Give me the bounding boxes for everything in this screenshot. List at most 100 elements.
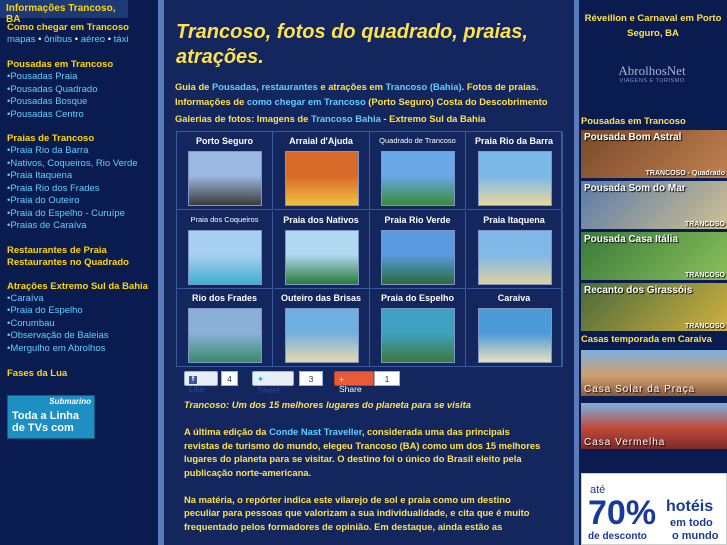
article-text: A última edição da bbox=[184, 426, 270, 437]
gallery-photo[interactable] bbox=[381, 151, 455, 206]
gallery-photo[interactable] bbox=[284, 308, 359, 363]
reveillon-link[interactable]: Réveillon e Carnaval em Porto Seguro, BA bbox=[579, 0, 727, 41]
link-pousadas[interactable]: Pousadas bbox=[212, 81, 256, 92]
gallery-cell[interactable]: Praia Rio Verde bbox=[370, 210, 466, 289]
intro-text: Guia de Pousadas, restaurantes e atraçõe… bbox=[175, 79, 570, 109]
sidebar-link-mapas[interactable]: mapas bbox=[7, 34, 36, 45]
bullet-separator: • bbox=[38, 34, 42, 45]
ad-text: Toda a Linha de TVs com bbox=[12, 410, 80, 434]
sidebar-item[interactable]: Mergulho em Abrolhos bbox=[7, 343, 158, 356]
gallery-title-part: Galerias de fotos: Imagens de bbox=[175, 113, 311, 124]
page: Informações Trancoso, BA Como chegar em … bbox=[0, 0, 727, 545]
sidebar-section-pousadas: Pousadas em Trancoso Pousadas Praia Pous… bbox=[0, 59, 158, 121]
pousada-name: Pousada Bom Astral bbox=[584, 132, 682, 143]
sidebar-item[interactable]: Corumbau bbox=[7, 318, 158, 331]
sidebar-item[interactable]: Observação de Baleias bbox=[7, 330, 158, 343]
sidebar-item[interactable]: Praia do Espelho - Curuípe bbox=[7, 208, 158, 221]
sidebar-link-fases-lua[interactable]: Fases da Lua bbox=[7, 368, 158, 380]
sidebar-item[interactable]: Praia do Outeiro bbox=[7, 195, 158, 208]
pousada-banner[interactable]: Pousada Som do Mar TRANCOSO bbox=[581, 181, 727, 229]
casa-banner[interactable]: Casa Vermelha bbox=[581, 403, 727, 449]
link-restaurantes[interactable]: restaurantes bbox=[262, 81, 318, 92]
link-como-chegar[interactable]: como chegar em Trancoso bbox=[247, 96, 366, 107]
abrolhosnet-logo[interactable]: AbrolhosNet VIAGENS E TURISMO bbox=[612, 64, 692, 90]
gallery-photo[interactable] bbox=[381, 229, 455, 285]
gallery-cell[interactable]: Quadrado de Trancoso bbox=[370, 132, 466, 210]
sidebar-link-taxi[interactable]: táxi bbox=[114, 34, 129, 45]
sidebar-link-praias[interactable]: Praias de Trancoso bbox=[7, 133, 158, 145]
sidebar-link-onibus[interactable]: ônibus bbox=[44, 34, 72, 45]
facebook-like-button[interactable]: f Like bbox=[184, 371, 218, 394]
gallery-cell[interactable]: Praia Rio da Barra bbox=[466, 132, 563, 210]
gallery-cell[interactable]: Outeiro das Brisas bbox=[273, 289, 370, 367]
pousada-badge: TRANCOSO bbox=[684, 221, 725, 228]
ad-o-mundo: o mundo bbox=[672, 530, 719, 542]
sidebar-link-restaurantes-quadrado[interactable]: Restaurantes no Quadrado bbox=[7, 257, 158, 269]
sidebar-item[interactable]: Praia Rio dos Frades bbox=[7, 183, 158, 196]
sidebar-link-aereo[interactable]: aéreo bbox=[81, 34, 105, 45]
share-button[interactable]: + Share bbox=[334, 371, 374, 394]
link-trancoso-bahia[interactable]: Trancoso (Bahia) bbox=[386, 81, 462, 92]
gallery-cell[interactable]: Caraíva bbox=[466, 289, 563, 367]
hotel-discount-ad[interactable]: até 70% de desconto hotéis em todo o mun… bbox=[581, 473, 727, 545]
submarino-ad-banner[interactable]: Submarino Toda a Linha de TVs com bbox=[7, 395, 95, 439]
gallery-photo[interactable] bbox=[477, 151, 552, 206]
gallery-cell-label: Praia Rio da Barra bbox=[474, 136, 554, 146]
tweet-button[interactable]: ✦ Tweet bbox=[252, 371, 294, 395]
main-content: Trancoso, fotos do quadrado, praias, atr… bbox=[164, 0, 574, 545]
logo-name: AbrolhosNet bbox=[618, 63, 686, 78]
intro-text-part: Guia de bbox=[175, 81, 212, 92]
sidebar-item[interactable]: Pousadas Quadrado bbox=[7, 84, 158, 97]
sidebar-item[interactable]: Pousadas Praia bbox=[7, 71, 158, 84]
article-heading: Trancoso: Um dos 15 melhores lugares do … bbox=[184, 399, 471, 410]
sidebar-item[interactable]: Praia Itaquena bbox=[7, 170, 158, 183]
sidebar-item[interactable]: Praia do Espelho bbox=[7, 305, 158, 318]
article-paragraph: Na matéria, o repórter indica este vilar… bbox=[184, 493, 530, 532]
sidebar-link-pousadas[interactable]: Pousadas em Trancoso bbox=[7, 59, 158, 71]
gallery-cell-label: Praia Rio Verde bbox=[384, 214, 451, 225]
sidebar-item[interactable]: Pousadas Bosque bbox=[7, 96, 158, 109]
tweet-count: 3 bbox=[299, 371, 323, 386]
pousada-banner[interactable]: Pousada Bom Astral TRANCOSO - Quadrado bbox=[581, 130, 727, 178]
sidebar-item[interactable]: Praia Rio da Barra bbox=[7, 145, 158, 158]
sidebar-link-atracoes[interactable]: Atrações Extremo Sul da Bahia bbox=[7, 281, 158, 293]
sidebar-item[interactable]: Pousadas Centro bbox=[7, 109, 158, 122]
gallery-cell[interactable]: Praia dos Coqueiros bbox=[177, 210, 273, 289]
gallery-photo[interactable] bbox=[381, 308, 455, 363]
gallery-photo[interactable] bbox=[477, 229, 552, 285]
gallery-photo[interactable] bbox=[188, 308, 262, 363]
sidebar-item[interactable]: Nativos, Coqueiros, Rio Verde bbox=[7, 158, 158, 171]
facebook-icon: f bbox=[189, 375, 197, 384]
gallery-photo[interactable] bbox=[188, 229, 262, 285]
pousada-name: Recanto dos Girassóis bbox=[584, 285, 693, 296]
gallery-photo[interactable] bbox=[477, 308, 552, 363]
article-paragraph: A última edição da Conde Nast Traveller,… bbox=[184, 425, 544, 479]
gallery-photo[interactable] bbox=[284, 151, 359, 206]
gallery-cell[interactable]: Rio dos Frades bbox=[177, 289, 273, 367]
left-sidebar: Informações Trancoso, BA Como chegar em … bbox=[0, 0, 158, 545]
sidebar-link-como-chegar[interactable]: Como chegar em Trancoso bbox=[7, 22, 158, 34]
gallery-cell[interactable]: Praia do Espelho bbox=[370, 289, 466, 367]
pousada-badge: TRANCOSO bbox=[684, 323, 725, 330]
sidebar-link-restaurantes-praia[interactable]: Restaurantes de Praia bbox=[7, 245, 158, 257]
sidebar-inline-links: mapas • ônibus • aéreo • táxi bbox=[7, 34, 158, 46]
gallery-photo[interactable] bbox=[188, 151, 262, 206]
sidebar-section-atracoes: Atrações Extremo Sul da Bahia Caraíva Pr… bbox=[0, 281, 158, 356]
gallery-cell-label: Praia Itaquena bbox=[483, 214, 545, 225]
social-buttons: f Like 4 ✦ Tweet 3 + Share 1 bbox=[184, 371, 564, 395]
sidebar-section-como-chegar: Como chegar em Trancoso mapas • ônibus •… bbox=[0, 22, 158, 46]
gallery-cell[interactable]: Arraial d'Ajuda bbox=[273, 132, 370, 210]
right-sidebar: Réveillon e Carnaval em Porto Seguro, BA… bbox=[579, 0, 727, 545]
link-trancoso-bahia-gallery[interactable]: Trancoso Bahia bbox=[311, 113, 381, 124]
casa-banner[interactable]: Casa Solar da Praça bbox=[581, 350, 727, 396]
sidebar-item[interactable]: Caraíva bbox=[7, 293, 158, 306]
gallery-cell[interactable]: Porto Seguro bbox=[177, 132, 273, 210]
link-conde-nast[interactable]: Conde Nast Traveller bbox=[269, 426, 362, 437]
article: Trancoso: Um dos 15 melhores lugares do … bbox=[184, 398, 544, 545]
gallery-cell[interactable]: Praia Itaquena bbox=[466, 210, 563, 289]
gallery-cell[interactable]: Praia dos Nativos bbox=[273, 210, 370, 289]
pousada-banner[interactable]: Recanto dos Girassóis TRANCOSO bbox=[581, 283, 727, 331]
gallery-photo[interactable] bbox=[284, 229, 359, 285]
sidebar-item[interactable]: Praias de Caraíva bbox=[7, 220, 158, 233]
pousada-banner[interactable]: Pousada Casa Itália TRANCOSO bbox=[581, 232, 727, 280]
